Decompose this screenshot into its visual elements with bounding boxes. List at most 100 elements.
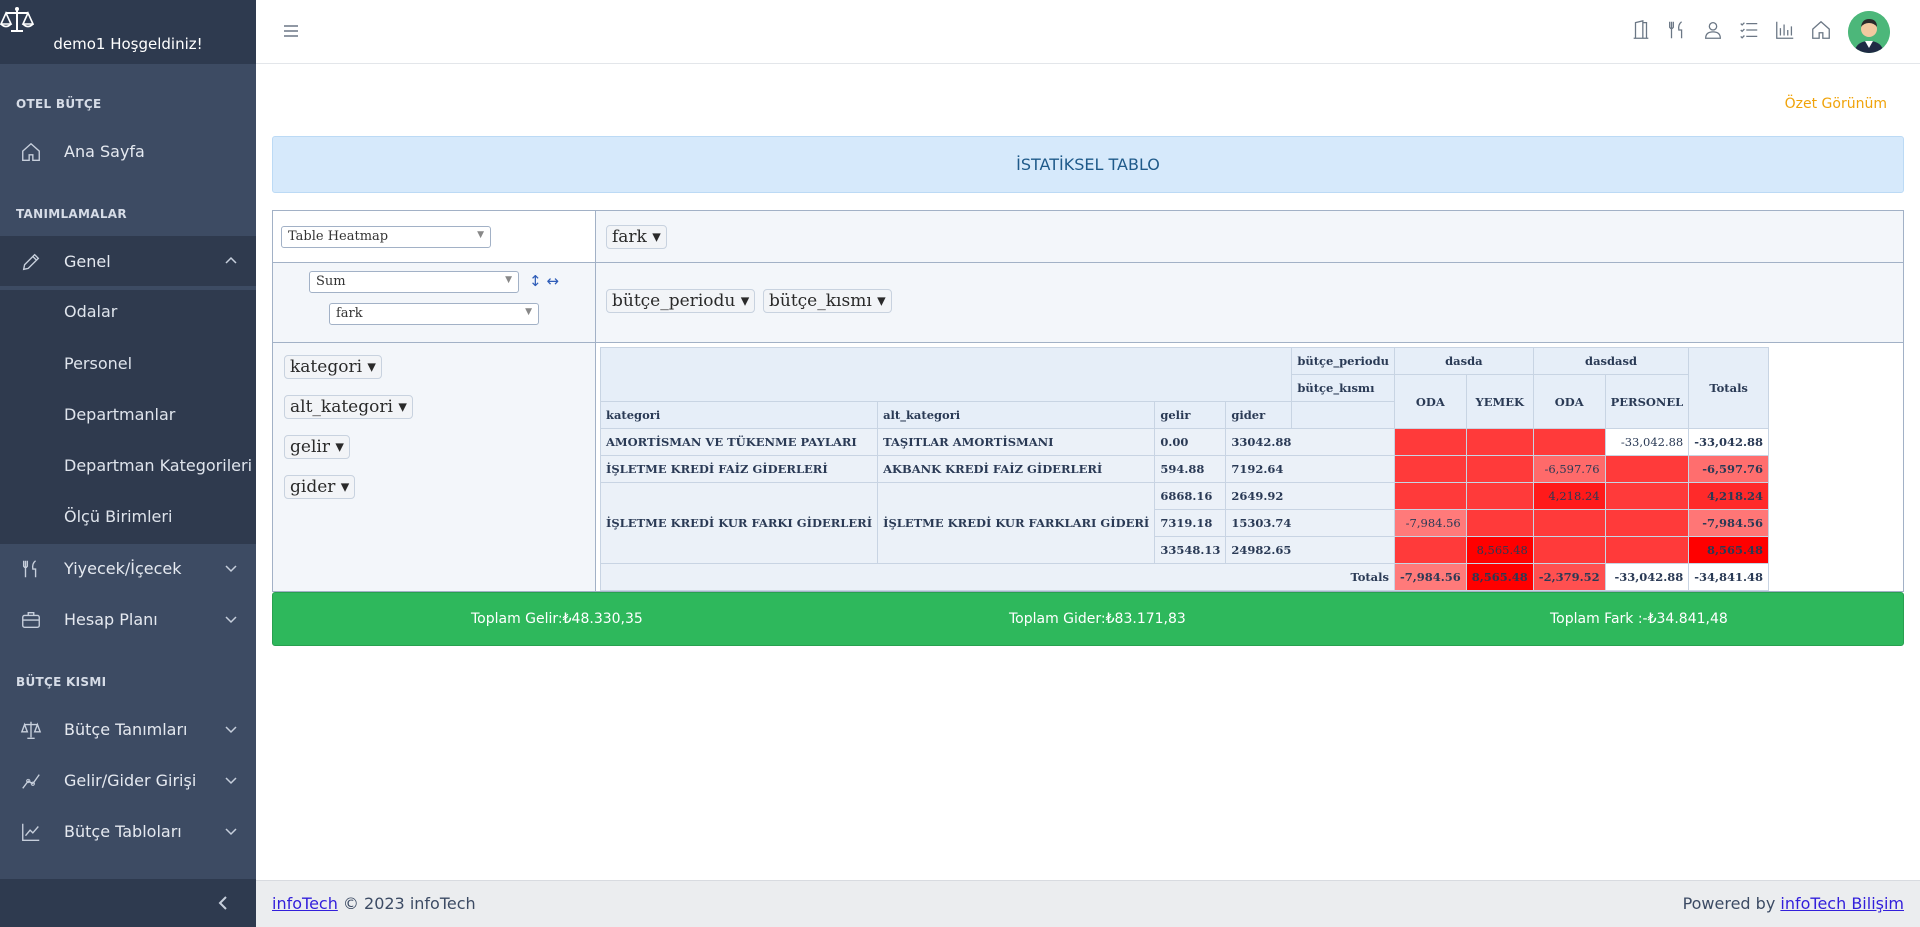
attr-pill-gider[interactable]: gider ▾ [284, 475, 356, 499]
col-header-personel: PERSONEL [1604, 374, 1690, 429]
total-income: Toplam Gelir:₺48.330,35 [471, 611, 643, 627]
sidebar-item-genel[interactable]: Genel [0, 236, 256, 286]
avatar-image [1848, 11, 1890, 53]
attr-pill-butce-kismi[interactable]: bütçe_kısmı ▾ [763, 289, 892, 313]
sidebar-item-label: Ana Sayfa [64, 141, 145, 161]
row-total: -6,597.76 [1688, 455, 1770, 483]
heat-cell [1465, 482, 1534, 510]
row-alt-kategori: TAŞITLAR AMORTİSMANI [877, 428, 1156, 456]
user-icon[interactable] [1702, 19, 1724, 41]
attr-pill-fark[interactable]: fark ▾ [606, 225, 667, 249]
summary-bar: Toplam Gelir:₺48.330,35 Toplam Gider:₺83… [272, 592, 1904, 646]
agg-field-select[interactable]: fark ▼ [329, 303, 539, 325]
renderer-value: Table Heatmap [288, 229, 389, 244]
pivot-table-ui: Table Heatmap ▼ fark ▾ Sum ▼ ↕ ↔ fark ▼ … [272, 210, 1904, 592]
footer-left: infoTech © 2023 infoTech [272, 894, 476, 913]
sidebar-item-butce-tanimlari[interactable]: Bütçe Tanımları [0, 704, 256, 754]
sidebar-item-home[interactable]: Ana Sayfa [0, 126, 256, 176]
home-icon[interactable] [1810, 19, 1832, 41]
row-total: 8,565.48 [1688, 536, 1770, 564]
sidebar-item-personel[interactable]: Personel [64, 354, 132, 373]
heat-cell [1532, 428, 1606, 456]
sidebar-item-odalar[interactable]: Odalar [64, 302, 117, 321]
col-attrs-area: bütçe_periodu ▾ bütçe_kısmı ▾ [596, 263, 1903, 343]
totals-label: Totals [600, 563, 1395, 591]
sidebar-item-butce-tablolari[interactable]: Bütçe Tabloları [0, 806, 256, 856]
chevron-down-icon [225, 726, 237, 734]
home-icon [22, 142, 40, 161]
sidebar-item-olcu-birimleri[interactable]: Ölçü Birimleri [64, 507, 172, 526]
aggregator-value: Sum [316, 274, 346, 289]
ozet-gorunum-link[interactable]: Özet Görünüm [1785, 96, 1887, 112]
col-header-dasdasd: dasdasd [1532, 347, 1690, 375]
chevron-down-icon [225, 616, 237, 624]
section-otel-butce: OTEL BÜTÇE [16, 97, 102, 111]
attr-pill-kategori[interactable]: kategori ▾ [284, 355, 382, 379]
sidebar-item-departman-kategorileri[interactable]: Departman Kategorileri [64, 456, 252, 475]
col-header-dasda: dasda [1393, 347, 1534, 375]
bar-chart-icon[interactable] [1774, 19, 1796, 41]
utensils-icon[interactable] [1666, 19, 1688, 41]
table-row: İŞLETME KREDİ FAİZ GİDERLERİ AKBANK KRED… [599, 455, 1770, 483]
door-icon[interactable] [1630, 19, 1652, 41]
attr-pill-gelir[interactable]: gelir ▾ [284, 435, 350, 459]
attr-pill-alt-kategori[interactable]: alt_kategori ▾ [284, 395, 413, 419]
welcome-text: demo1 Hoşgeldiniz! [53, 35, 203, 53]
sidebar-item-label: Hesap Planı [64, 609, 158, 629]
heat-cell [1604, 509, 1690, 537]
row-alt-kategori: İŞLETME KREDİ KUR FARKLARI GİDERİ [877, 482, 1156, 564]
footer-brand-link[interactable]: infoTech [272, 894, 338, 913]
chevron-down-icon [225, 565, 237, 573]
row-gider: 15303.74 [1225, 509, 1395, 537]
row-gelir: 6868.16 [1154, 482, 1227, 510]
hamburger-menu-icon[interactable] [282, 22, 300, 40]
row-attr-label: gelir [1154, 401, 1227, 429]
pivot-output: bütçe_periodu dasda dasdasd Totals bütçe… [596, 343, 1903, 591]
page-title: İSTATİKSEL TABLO [272, 136, 1904, 193]
sidebar-collapse-button[interactable] [0, 879, 256, 927]
row-attr-label: alt_kategori [877, 401, 1156, 429]
heat-cell [1393, 536, 1467, 564]
heat-cell: 4,218.24 [1532, 482, 1606, 510]
col-total: -33,042.88 [1604, 563, 1690, 591]
avatar[interactable] [1848, 11, 1890, 53]
footer-copyright: © 2023 infoTech [337, 894, 476, 913]
footer-powered-link[interactable]: infoTech Bilişim [1780, 894, 1904, 913]
renderer-select[interactable]: Table Heatmap ▼ [281, 226, 491, 248]
blank-header [1291, 401, 1395, 429]
list-icon[interactable] [1738, 19, 1760, 41]
col-attr-label: bütçe_periodu [1291, 347, 1395, 375]
line-chart-icon [22, 823, 40, 841]
scales-logo-icon [0, 7, 34, 32]
attr-pill-butce-periodu[interactable]: bütçe_periodu ▾ [606, 289, 756, 313]
heat-cell [1604, 536, 1690, 564]
caret-down-icon: ▼ [525, 307, 532, 317]
table-row: AMORTİSMAN VE TÜKENME PAYLARI TAŞITLAR A… [599, 428, 1770, 456]
totals-header: Totals [1688, 347, 1770, 429]
sidebar-item-gelir-gider-girisi[interactable]: Gelir/Gider Girişi [0, 755, 256, 805]
heat-cell: -6,597.76 [1532, 455, 1606, 483]
sidebar-item-departmanlar[interactable]: Departmanlar [64, 405, 175, 424]
sidebar-item-hesap-plani[interactable]: Hesap Planı [0, 594, 256, 644]
heatmap-table: bütçe_periodu dasda dasdasd Totals bütçe… [599, 347, 1770, 591]
utensils-icon [22, 560, 37, 578]
section-tanimlamalar: TANIMLAMALAR [16, 207, 127, 221]
sidebar-item-yiyecek-icecek[interactable]: Yiyecek/İçecek [0, 543, 256, 593]
heat-cell [1532, 509, 1606, 537]
topbar-icons [1630, 19, 1832, 41]
row-kategori: İŞLETME KREDİ FAİZ GİDERLERİ [599, 455, 879, 483]
trend-icon [22, 774, 40, 789]
unused-attrs-area: fark ▾ [596, 211, 1903, 263]
col-header-yemek: YEMEK [1465, 374, 1534, 429]
chevron-up-icon [225, 256, 237, 264]
total-difference: Toplam Fark :-₺34.841,48 [1550, 611, 1728, 627]
footer-right: Powered by infoTech Bilişim [1683, 894, 1904, 913]
heat-cell [1393, 428, 1467, 456]
heat-cell [1393, 455, 1467, 483]
sidebar-item-label: Bütçe Tanımları [64, 719, 188, 739]
corner-cell [599, 347, 1293, 402]
aggregator-cell: Sum ▼ ↕ ↔ fark ▼ [273, 263, 596, 343]
col-header-oda: ODA [1532, 374, 1606, 429]
aggregator-select[interactable]: Sum ▼ [309, 271, 519, 293]
sort-arrows-icon[interactable]: ↕ ↔ [529, 272, 559, 290]
